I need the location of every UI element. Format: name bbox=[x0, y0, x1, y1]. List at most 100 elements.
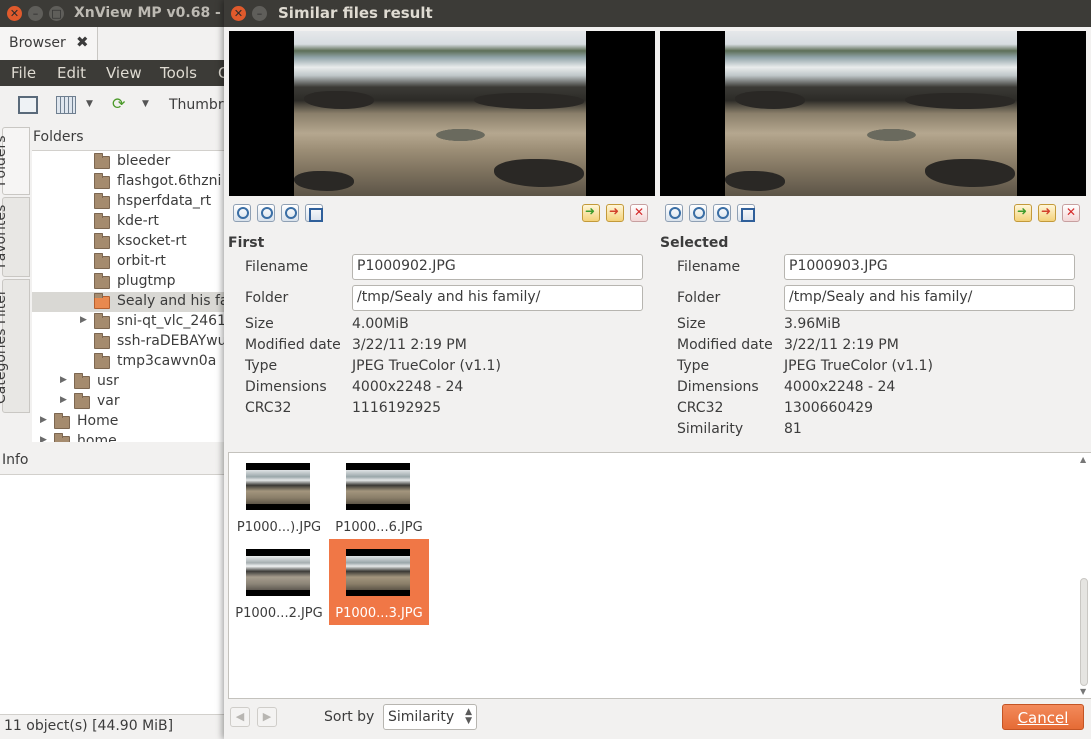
tree-item-var[interactable]: ▶ var bbox=[32, 392, 230, 412]
chevron-down-icon[interactable]: ▼ bbox=[86, 96, 98, 114]
folder-icon bbox=[74, 393, 90, 409]
refresh-icon[interactable]: ⟳ bbox=[112, 96, 132, 114]
dialog-close-button[interactable]: ✕ bbox=[231, 6, 246, 21]
folder-icon bbox=[94, 213, 110, 229]
menu-tools[interactable]: Tools bbox=[160, 64, 197, 82]
tree-item-home-upper[interactable]: ▶ Home bbox=[32, 412, 230, 432]
delete-icon[interactable] bbox=[630, 204, 648, 222]
first-filename-field[interactable]: P1000902.JPG bbox=[352, 254, 643, 280]
tab-folders[interactable]: Folders bbox=[0, 127, 30, 195]
sort-by-select[interactable]: Similarity ▲ ▼ bbox=[383, 704, 477, 730]
selected-folder-field[interactable]: /tmp/Sealy and his family/ bbox=[784, 285, 1075, 311]
spin-updown-icon: ▲ ▼ bbox=[465, 707, 472, 726]
grid-view-icon[interactable] bbox=[56, 96, 76, 114]
scroll-down-icon[interactable]: ▼ bbox=[1080, 687, 1086, 696]
first-folder-label: Folder bbox=[245, 290, 289, 306]
main-toolbar: ▼ ⟳ ▼ Thumbr bbox=[0, 87, 230, 125]
move-to-icon[interactable] bbox=[606, 204, 624, 222]
tree-item-flashgot[interactable]: flashgot.6thzni bbox=[32, 172, 230, 192]
status-bar: 11 object(s) [44.90 MiB] bbox=[0, 714, 230, 739]
result-thumbnail[interactable]: P1000...2.JPG bbox=[229, 539, 329, 625]
main-close-button[interactable]: ✕ bbox=[7, 6, 22, 21]
tab-favorites[interactable]: Favorites bbox=[0, 197, 30, 277]
menu-view[interactable]: View bbox=[106, 64, 142, 82]
tree-item-label: bleeder bbox=[117, 153, 171, 169]
results-scrollbar[interactable]: ▲ ▼ bbox=[1078, 453, 1090, 698]
selected-size-value: 3.96MiB bbox=[784, 316, 841, 332]
result-thumbnail[interactable]: P1000...6.JPG bbox=[329, 453, 429, 539]
copy-to-icon[interactable] bbox=[582, 204, 600, 222]
tree-item-hsperfdata[interactable]: hsperfdata_rt bbox=[32, 192, 230, 212]
tree-item-sealy[interactable]: Sealy and his fa bbox=[32, 292, 230, 312]
chevron-down-icon[interactable]: ▼ bbox=[142, 96, 154, 114]
tab-categories-filter[interactable]: Categories Filter bbox=[0, 279, 30, 413]
zoom-actual-icon[interactable] bbox=[281, 204, 299, 222]
dialog-bottom-bar: ◀ ▶ Sort by Similarity ▲ ▼ Cancel bbox=[224, 700, 1091, 739]
chevron-right-icon[interactable]: ▶ bbox=[60, 395, 67, 405]
thumbnail-label[interactable]: Thumbr bbox=[169, 97, 224, 113]
chevron-right-icon[interactable]: ▶ bbox=[80, 315, 87, 325]
tree-item-ssh[interactable]: ssh-raDEBAYwu bbox=[32, 332, 230, 352]
main-maximize-button[interactable]: □ bbox=[49, 6, 64, 21]
selected-filename-field[interactable]: P1000903.JPG bbox=[784, 254, 1075, 280]
selected-preview-tools bbox=[665, 204, 1091, 226]
selected-type-label: Type bbox=[677, 358, 710, 374]
folder-icon bbox=[94, 333, 110, 349]
folders-heading: Folders bbox=[33, 129, 84, 145]
menu-edit[interactable]: Edit bbox=[57, 64, 86, 82]
scroll-up-icon[interactable]: ▲ bbox=[1080, 455, 1086, 464]
first-folder-field[interactable]: /tmp/Sealy and his family/ bbox=[352, 285, 643, 311]
copy-to-icon[interactable] bbox=[1014, 204, 1032, 222]
zoom-in-icon[interactable] bbox=[257, 204, 275, 222]
menu-file[interactable]: File bbox=[11, 64, 36, 82]
result-thumbnail[interactable]: P1000...).JPG bbox=[229, 453, 329, 539]
zoom-in-icon[interactable] bbox=[689, 204, 707, 222]
first-filename-label: Filename bbox=[245, 259, 309, 275]
selected-folder-label: Folder bbox=[677, 290, 721, 306]
fit-screen-icon[interactable] bbox=[305, 204, 323, 222]
tree-item-bleeder[interactable]: bleeder bbox=[32, 152, 230, 172]
fullscreen-icon[interactable] bbox=[18, 96, 38, 114]
tree-item-label: flashgot.6thzni bbox=[117, 173, 222, 189]
tab-browser[interactable]: Browser ✖ bbox=[0, 27, 98, 60]
tree-item-label: hsperfdata_rt bbox=[117, 193, 212, 209]
tree-item-usr[interactable]: ▶ usr bbox=[32, 372, 230, 392]
result-thumbnail-selected[interactable]: P1000...3.JPG bbox=[329, 539, 429, 625]
folder-icon bbox=[54, 433, 70, 442]
tab-favorites-label: Favorites bbox=[0, 204, 9, 268]
main-minimize-button[interactable]: – bbox=[28, 6, 43, 21]
selected-crc-label: CRC32 bbox=[677, 400, 724, 416]
chevron-right-icon[interactable]: ▶ bbox=[40, 415, 47, 425]
thumbnail-caption: P1000...).JPG bbox=[236, 520, 322, 535]
chevron-right-icon[interactable]: ▶ bbox=[40, 435, 47, 442]
tree-item-home[interactable]: ▶ home bbox=[32, 432, 230, 442]
first-dimensions-value: 4000x2248 - 24 bbox=[352, 379, 464, 395]
tree-item-label: usr bbox=[97, 373, 119, 389]
fit-screen-icon[interactable] bbox=[737, 204, 755, 222]
first-crc-label: CRC32 bbox=[245, 400, 292, 416]
tree-item-label: kde-rt bbox=[117, 213, 159, 229]
next-icon[interactable]: ▶ bbox=[257, 707, 277, 727]
zoom-actual-icon[interactable] bbox=[713, 204, 731, 222]
tree-item-ksocket-rt[interactable]: ksocket-rt bbox=[32, 232, 230, 252]
tree-item-tmp3cawvn0a[interactable]: tmp3cawvn0a bbox=[32, 352, 230, 372]
thumbnail-image bbox=[246, 463, 310, 510]
tree-item-sni-qt[interactable]: ▶ sni-qt_vlc_2461 bbox=[32, 312, 230, 332]
chevron-right-icon[interactable]: ▶ bbox=[60, 375, 67, 385]
thumbnail-caption: P1000...2.JPG bbox=[235, 606, 323, 621]
previous-icon[interactable]: ◀ bbox=[230, 707, 250, 727]
tree-item-kde-rt[interactable]: kde-rt bbox=[32, 212, 230, 232]
folder-icon bbox=[94, 153, 110, 169]
delete-icon[interactable] bbox=[1062, 204, 1080, 222]
move-to-icon[interactable] bbox=[1038, 204, 1056, 222]
folder-icon bbox=[94, 273, 110, 289]
first-type-value: JPEG TrueColor (v1.1) bbox=[352, 358, 501, 374]
dialog-minimize-button[interactable]: – bbox=[252, 6, 267, 21]
zoom-out-icon[interactable] bbox=[233, 204, 251, 222]
tree-item-orbit-rt[interactable]: orbit-rt bbox=[32, 252, 230, 272]
close-tab-icon[interactable]: ✖ bbox=[76, 33, 89, 51]
cancel-button[interactable]: Cancel bbox=[1002, 704, 1084, 730]
zoom-out-icon[interactable] bbox=[665, 204, 683, 222]
scrollbar-thumb[interactable] bbox=[1080, 578, 1088, 686]
tree-item-plugtmp[interactable]: plugtmp bbox=[32, 272, 230, 292]
